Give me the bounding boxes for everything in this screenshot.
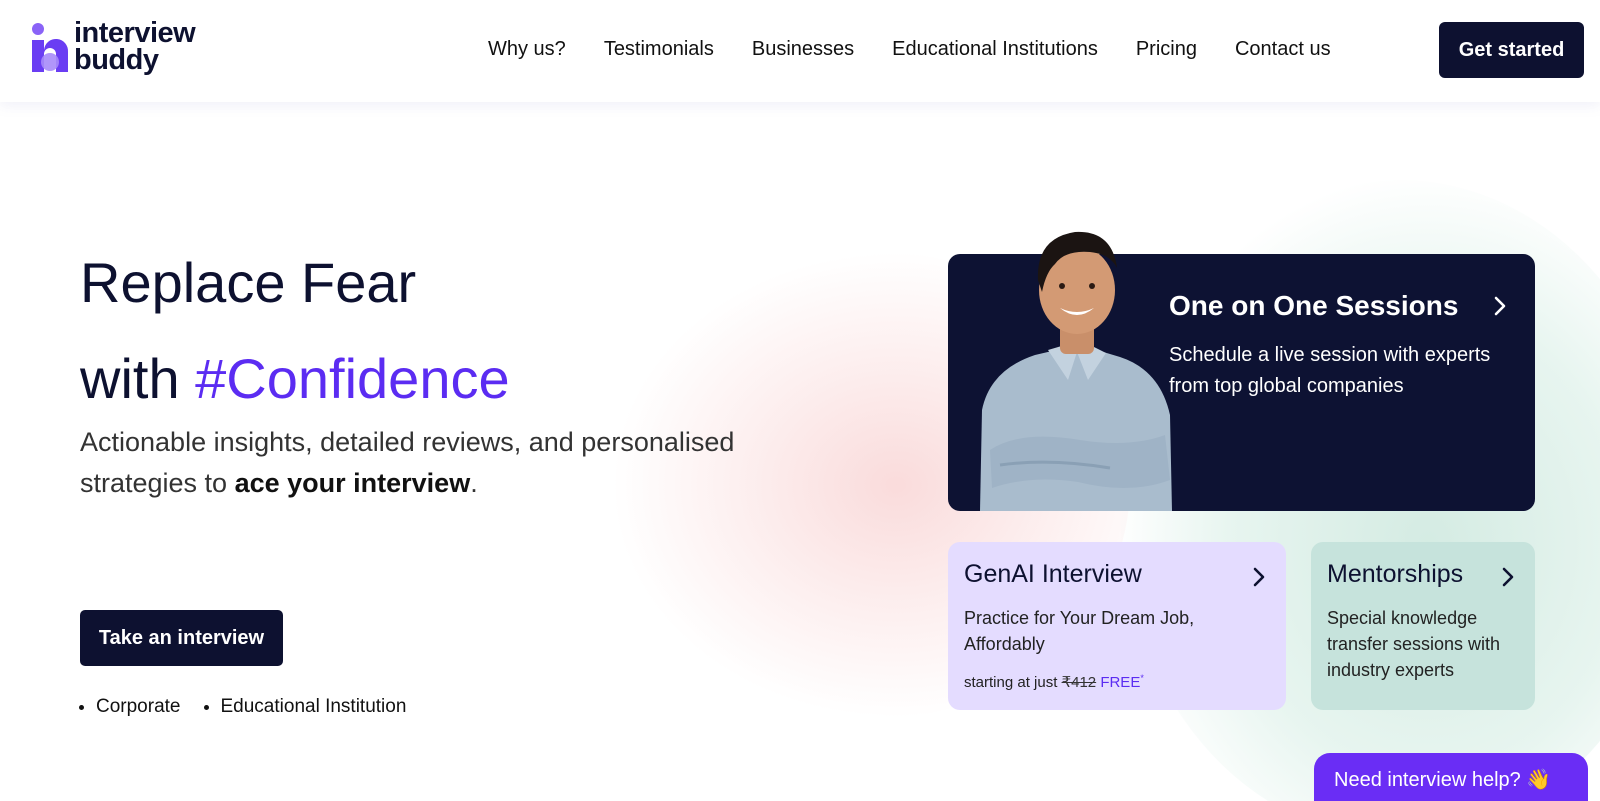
hero-title-line-1: Replace Fear	[80, 251, 417, 314]
old-price: ₹412	[1061, 674, 1097, 691]
hero-title-accent: #Confidence	[195, 347, 510, 410]
audience-item-corporate: Corporate	[96, 696, 181, 718]
mentorships-title: Mentorships	[1327, 560, 1464, 588]
audience-item-education: Educational Institution	[221, 696, 407, 718]
nav-pricing[interactable]: Pricing	[1136, 38, 1197, 61]
nav-contact-us[interactable]: Contact us	[1235, 38, 1331, 61]
wave-icon: 👋	[1526, 769, 1552, 791]
one-on-one-title: One on One Sessions	[1169, 290, 1459, 321]
person-photo	[980, 231, 1172, 511]
site-header: interview buddy Why us? Testimonials Bus…	[0, 0, 1600, 102]
hero-subtitle-bold: ace your interview	[234, 468, 471, 498]
audience-list: Corporate Educational Institution	[96, 696, 446, 718]
logo-line-2: buddy	[74, 44, 159, 76]
nav-businesses[interactable]: Businesses	[752, 38, 854, 61]
hero-title-prefix: with	[80, 347, 180, 410]
chevron-right-icon[interactable]	[1490, 294, 1510, 318]
logo[interactable]: interview buddy	[30, 17, 220, 80]
mentorships-card[interactable]: Mentorships Special knowledge transfer s…	[1311, 542, 1535, 710]
logo-line-1: interview	[74, 17, 196, 49]
logo-mark-icon	[32, 23, 69, 72]
main-nav: Why us? Testimonials Businesses Educatio…	[488, 38, 1369, 61]
hero-subtitle: Actionable insights, detailed reviews, a…	[80, 422, 800, 504]
genai-description: Practice for Your Dream Job, Affordably	[964, 608, 1195, 654]
nav-educational-institutions[interactable]: Educational Institutions	[892, 38, 1098, 61]
genai-price: starting at just ₹412 FREE*	[964, 673, 1144, 691]
take-interview-button[interactable]: Take an interview	[80, 610, 283, 666]
hero-title: Replace Fear with #Confidence	[80, 235, 510, 427]
nav-testimonials[interactable]: Testimonials	[604, 38, 714, 61]
genai-interview-card[interactable]: GenAI Interview Practice for Your Dream …	[948, 542, 1286, 710]
price-prefix: starting at just	[964, 674, 1058, 691]
mentorships-description: Special knowledge transfer sessions with…	[1327, 608, 1501, 680]
hero-subtitle-end: .	[470, 468, 478, 498]
nav-why-us[interactable]: Why us?	[488, 38, 566, 61]
get-started-button[interactable]: Get started	[1439, 22, 1584, 78]
interview-help-button[interactable]: Need interview help? 👋	[1314, 753, 1588, 801]
chevron-right-icon[interactable]	[1250, 566, 1268, 588]
genai-title: GenAI Interview	[964, 560, 1142, 588]
new-price: FREE	[1100, 674, 1141, 691]
help-label: Need interview help?	[1334, 769, 1521, 791]
logo-text: interview buddy	[74, 17, 196, 76]
one-on-one-description: Schedule a live session with experts fro…	[1169, 344, 1491, 397]
price-asterisk: *	[1140, 673, 1144, 683]
chevron-right-icon[interactable]	[1499, 566, 1517, 588]
